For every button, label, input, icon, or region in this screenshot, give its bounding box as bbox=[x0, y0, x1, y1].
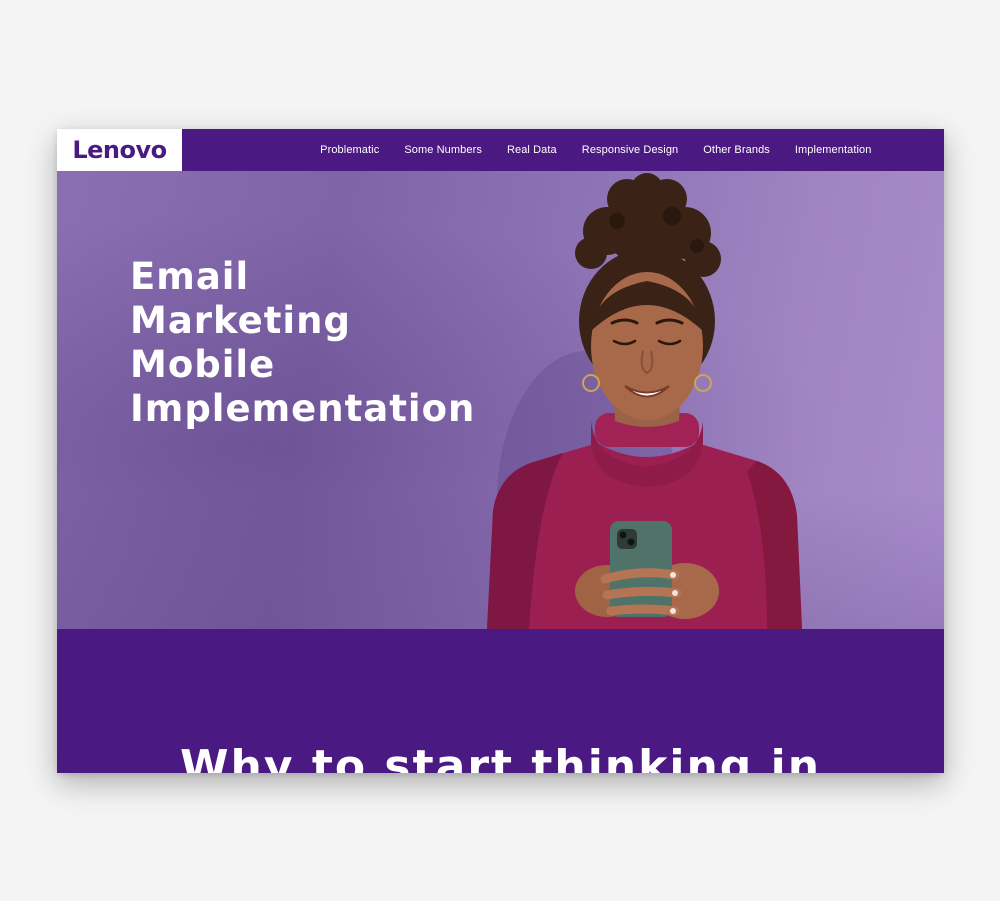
nav-item-responsive-design[interactable]: Responsive Design bbox=[569, 144, 690, 156]
section-heading: Why to start thinking in bbox=[179, 741, 822, 773]
nav-item-real-data[interactable]: Real Data bbox=[494, 144, 569, 156]
logo-text: Lenovo bbox=[72, 136, 167, 164]
hero-title-line: Marketing bbox=[130, 299, 351, 342]
nav-menu: Problematic Some Numbers Real Data Respo… bbox=[308, 129, 884, 171]
nav-item-problematic[interactable]: Problematic bbox=[308, 144, 392, 156]
top-navbar: Lenovo Problematic Some Numbers Real Dat… bbox=[57, 129, 944, 171]
hero-title-line: Implementation bbox=[130, 387, 476, 430]
hero-title: Email Marketing Mobile Implementation bbox=[130, 255, 475, 431]
nav-item-implementation[interactable]: Implementation bbox=[782, 144, 884, 156]
hero-title-line: Email bbox=[130, 255, 250, 298]
nav-item-other-brands[interactable]: Other Brands bbox=[691, 144, 783, 156]
logo[interactable]: Lenovo bbox=[57, 129, 182, 171]
page-frame: Lenovo Problematic Some Numbers Real Dat… bbox=[57, 129, 944, 773]
nav-item-some-numbers[interactable]: Some Numbers bbox=[392, 144, 495, 156]
why-section: Why to start thinking in bbox=[57, 629, 944, 773]
hero-banner: Email Marketing Mobile Implementation bbox=[57, 171, 944, 629]
hero-title-line: Mobile bbox=[130, 343, 276, 386]
hero-photo-woman-with-phone bbox=[487, 173, 802, 629]
